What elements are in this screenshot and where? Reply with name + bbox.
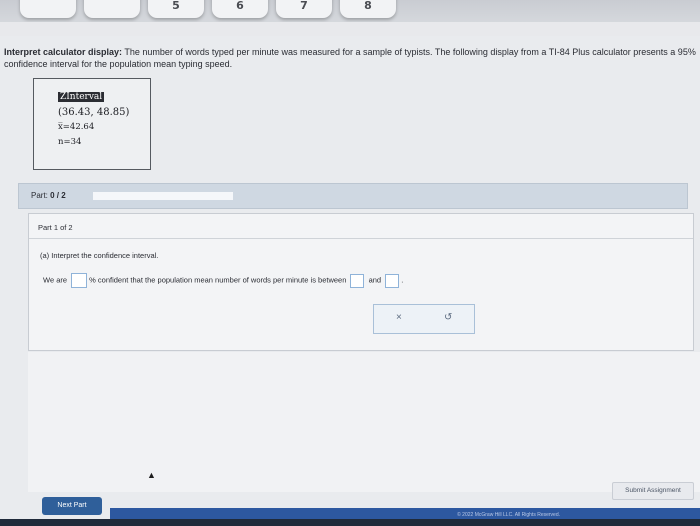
part-label: Part: 0 / 2 [31, 191, 66, 200]
card-header-label: Part 1 of 2 [38, 223, 73, 232]
keyboard-key: 6 [212, 0, 268, 18]
keyboard-key: 8 [340, 0, 396, 18]
progress-track [93, 192, 233, 200]
next-part-button[interactable]: Next Part [42, 497, 102, 515]
question-card: Part 1 of 2 (a) Interpret the confidence… [28, 213, 694, 351]
calculator-n: n=34 [58, 137, 82, 147]
calculator-display: ZInterval (36.43, 48.85) x̅=42.64 n=34 [33, 78, 151, 170]
lower-bound-input[interactable] [350, 273, 365, 288]
keyboard-key: 5 [148, 0, 204, 18]
keyboard-key: 7 [276, 0, 332, 18]
clear-icon[interactable]: × [396, 312, 402, 323]
answer-tools: × ↺ [373, 304, 475, 334]
screen-bezel [0, 22, 700, 36]
card-header: Part 1 of 2 [29, 214, 693, 239]
undo-icon[interactable]: ↺ [444, 312, 452, 323]
work-area [28, 352, 700, 492]
part-progress-bar: Part: 0 / 2 [18, 183, 688, 209]
part-progress-text: 0 / 2 [50, 191, 66, 200]
footer-copyright: © 2022 McGraw Hill LLC. All Rights Reser… [457, 512, 560, 518]
submit-assignment-button[interactable]: Submit Assignment [612, 482, 694, 500]
problem-heading: Interpret calculator display: [4, 47, 123, 57]
confidence-level-input[interactable] [71, 273, 88, 288]
question-text: (a) Interpret the confidence interval. [40, 251, 159, 260]
answer-sentence: We are % confident that the population m… [43, 273, 403, 288]
calculator-xbar: x̅=42.64 [58, 122, 95, 132]
screen-edge [0, 519, 700, 526]
problem-statement: Interpret calculator display: The number… [4, 46, 700, 70]
calculator-title: ZInterval [58, 92, 105, 102]
mouse-cursor-icon: ▲ [147, 470, 156, 480]
upper-bound-input[interactable] [385, 273, 400, 288]
keyboard-key [20, 0, 76, 18]
keyboard-key [84, 0, 140, 18]
calculator-interval: (36.43, 48.85) [58, 107, 130, 118]
calculator-output: ZInterval (36.43, 48.85) x̅=42.64 n=34 [58, 89, 129, 150]
